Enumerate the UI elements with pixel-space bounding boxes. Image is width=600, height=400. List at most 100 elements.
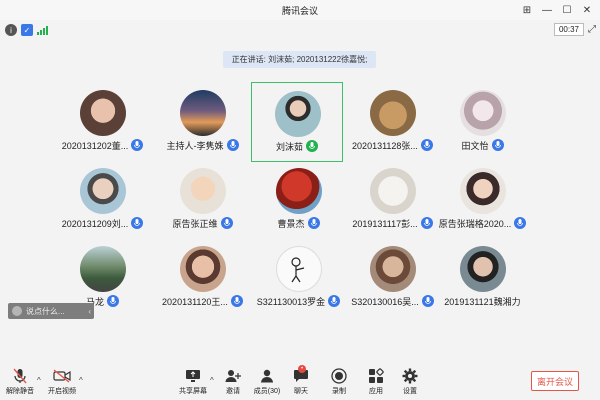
microphone-icon (226, 139, 239, 151)
participant-name: 原告张瑞格2020... (438, 218, 512, 229)
microphone-icon (230, 295, 243, 307)
microphone-icon (491, 139, 504, 151)
participant-tile[interactable]: 原告张正维 (155, 160, 250, 240)
avatar (276, 246, 322, 292)
window-controls: ⊞ — ☐ ✕ (518, 2, 596, 18)
avatar (370, 246, 416, 292)
meeting-timer: 00:37 (553, 23, 584, 36)
window-title: 腾讯会议 (281, 5, 318, 16)
participant-tile[interactable]: 2019131121魏湘力 (435, 238, 530, 318)
participant-name: 2020131128张... (352, 140, 418, 151)
members-label: 成员(30) (253, 388, 281, 395)
participant-tile[interactable]: 2020131209刘... (55, 160, 150, 240)
avatar (370, 168, 416, 214)
emoji-icon[interactable] (12, 306, 22, 316)
participant-tile[interactable]: 原告张瑞格2020... (435, 160, 530, 240)
leave-meeting-button[interactable]: 离开会议 (531, 371, 579, 391)
microphone-icon (420, 139, 433, 151)
share-label: 共享屏幕 (179, 388, 207, 395)
unmute-label: 解除静音 (6, 388, 34, 395)
avatar (80, 90, 126, 136)
microphone-muted-icon (11, 368, 29, 384)
minimize-icon[interactable]: — (538, 2, 556, 18)
microphone-icon (421, 295, 434, 307)
microphone-icon (131, 139, 144, 151)
apps-grid-icon (367, 368, 385, 384)
chevron-up-icon[interactable]: ^ (210, 376, 214, 385)
microphone-icon (131, 217, 144, 229)
share-screen-icon (184, 368, 202, 384)
avatar (80, 246, 126, 292)
participant-tile-speaking[interactable]: 刘沫茹 (251, 82, 343, 162)
chat-placeholder: 说点什么... (26, 306, 65, 316)
microphone-icon (514, 217, 527, 229)
shield-icon[interactable]: ✓ (21, 24, 33, 36)
participant-tile[interactable]: 2019131117彭... (345, 160, 440, 240)
info-icon[interactable]: i (5, 24, 17, 36)
sketch-figure-icon (291, 257, 305, 283)
chat-bubble-icon: • (292, 365, 310, 384)
avatar (80, 168, 126, 214)
gear-icon (401, 368, 419, 384)
record-label: 录制 (332, 388, 346, 395)
avatar (180, 246, 226, 292)
microphone-icon (420, 217, 433, 229)
participant-name: 曹景杰 (277, 218, 305, 229)
participant-tile[interactable]: 2020131120王... (155, 238, 250, 318)
participant-tile[interactable]: S320130016吴... (345, 238, 440, 318)
participant-name: 田文怡 (461, 140, 489, 151)
record-button[interactable]: 录制 (322, 368, 356, 396)
apps-button[interactable]: 应用 (359, 368, 393, 396)
avatar (180, 168, 226, 214)
participant-name: 原告张正维 (172, 218, 218, 229)
chevron-left-icon[interactable]: ‹ (88, 307, 91, 316)
microphone-speaking-icon (306, 140, 318, 152)
participant-tile[interactable]: 2020131202董... (55, 82, 150, 162)
chevron-up-icon[interactable]: ^ (79, 376, 83, 385)
members-button[interactable]: 成员(30) (250, 368, 284, 396)
avatar (370, 90, 416, 136)
participant-tile[interactable]: S321130013罗金 (251, 238, 346, 318)
start-video-button[interactable]: 开启视频 (45, 368, 79, 396)
participant-tile[interactable]: 田文怡 (435, 82, 530, 162)
maximize-icon[interactable]: ☐ (558, 2, 576, 18)
avatar (460, 168, 506, 214)
add-user-icon (224, 368, 242, 384)
settings-label: 设置 (403, 388, 417, 395)
chevron-up-icon[interactable]: ^ (37, 376, 41, 385)
unmute-button[interactable]: 解除静音 (3, 368, 37, 396)
speaking-banner: 正在讲话: 刘沫茹; 2020131222徐嘉悦; (223, 51, 376, 68)
expand-icon[interactable]: ⤢ (588, 24, 596, 35)
invite-button[interactable]: 邀请 (216, 368, 250, 396)
avatar (180, 90, 226, 136)
participant-name: S320130016吴... (351, 296, 419, 307)
microphone-icon (107, 295, 119, 307)
chat-badge: • (298, 365, 306, 373)
participant-name: S321130013罗金 (256, 296, 326, 307)
participant-tile[interactable]: 主持人-李隽姝 (155, 82, 250, 162)
participant-name: 2020131209刘... (61, 218, 129, 229)
camera-off-icon (53, 368, 71, 384)
avatar (460, 90, 506, 136)
settings-button[interactable]: 设置 (393, 368, 427, 396)
microphone-icon (328, 295, 341, 307)
participant-tile[interactable]: 2020131128张... (345, 82, 440, 162)
participant-tile[interactable]: 曹景杰 (251, 160, 346, 240)
chat-label: 聊天 (294, 388, 308, 395)
pin-icon[interactable]: ⊞ (518, 2, 536, 18)
record-icon (330, 368, 348, 384)
avatar (276, 168, 322, 214)
avatar (460, 246, 506, 292)
signal-icon[interactable] (37, 25, 48, 35)
bottom-toolbar: 解除静音 ^ 开启视频 ^ 共享屏幕 ^ 邀请 成员(30) • 聊天 录制 应… (0, 360, 600, 400)
chat-quick-input[interactable]: 说点什么... ‹ (8, 303, 94, 319)
avatar (275, 91, 321, 137)
microphone-icon (220, 217, 233, 229)
microphone-icon (307, 217, 320, 229)
participant-name: 2019131121魏湘力 (444, 296, 521, 307)
members-icon (258, 368, 276, 384)
timer-box: 00:37 ⤢ (553, 23, 596, 36)
share-screen-button[interactable]: 共享屏幕 (176, 368, 210, 396)
close-icon[interactable]: ✕ (578, 2, 596, 18)
chat-button[interactable]: • 聊天 (284, 365, 318, 396)
